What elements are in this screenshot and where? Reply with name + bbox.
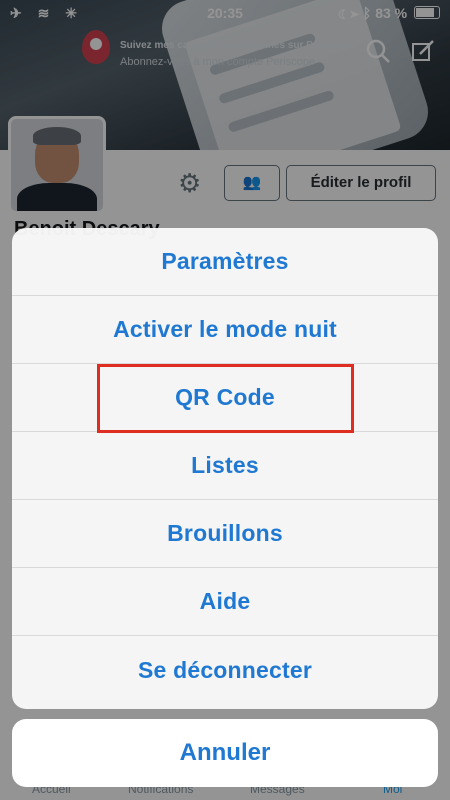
menu-item-settings[interactable]: Paramètres [12, 228, 438, 296]
menu-item-night-mode[interactable]: Activer le mode nuit [12, 296, 438, 364]
menu-item-logout[interactable]: Se déconnecter [12, 636, 438, 704]
menu-item-help[interactable]: Aide [12, 568, 438, 636]
action-sheet: Paramètres Activer le mode nuit QR Code … [12, 228, 438, 709]
cancel-button[interactable]: Annuler [12, 719, 438, 787]
menu-item-lists[interactable]: Listes [12, 432, 438, 500]
qr-code-highlight-box [97, 364, 354, 433]
menu-item-drafts[interactable]: Brouillons [12, 500, 438, 568]
